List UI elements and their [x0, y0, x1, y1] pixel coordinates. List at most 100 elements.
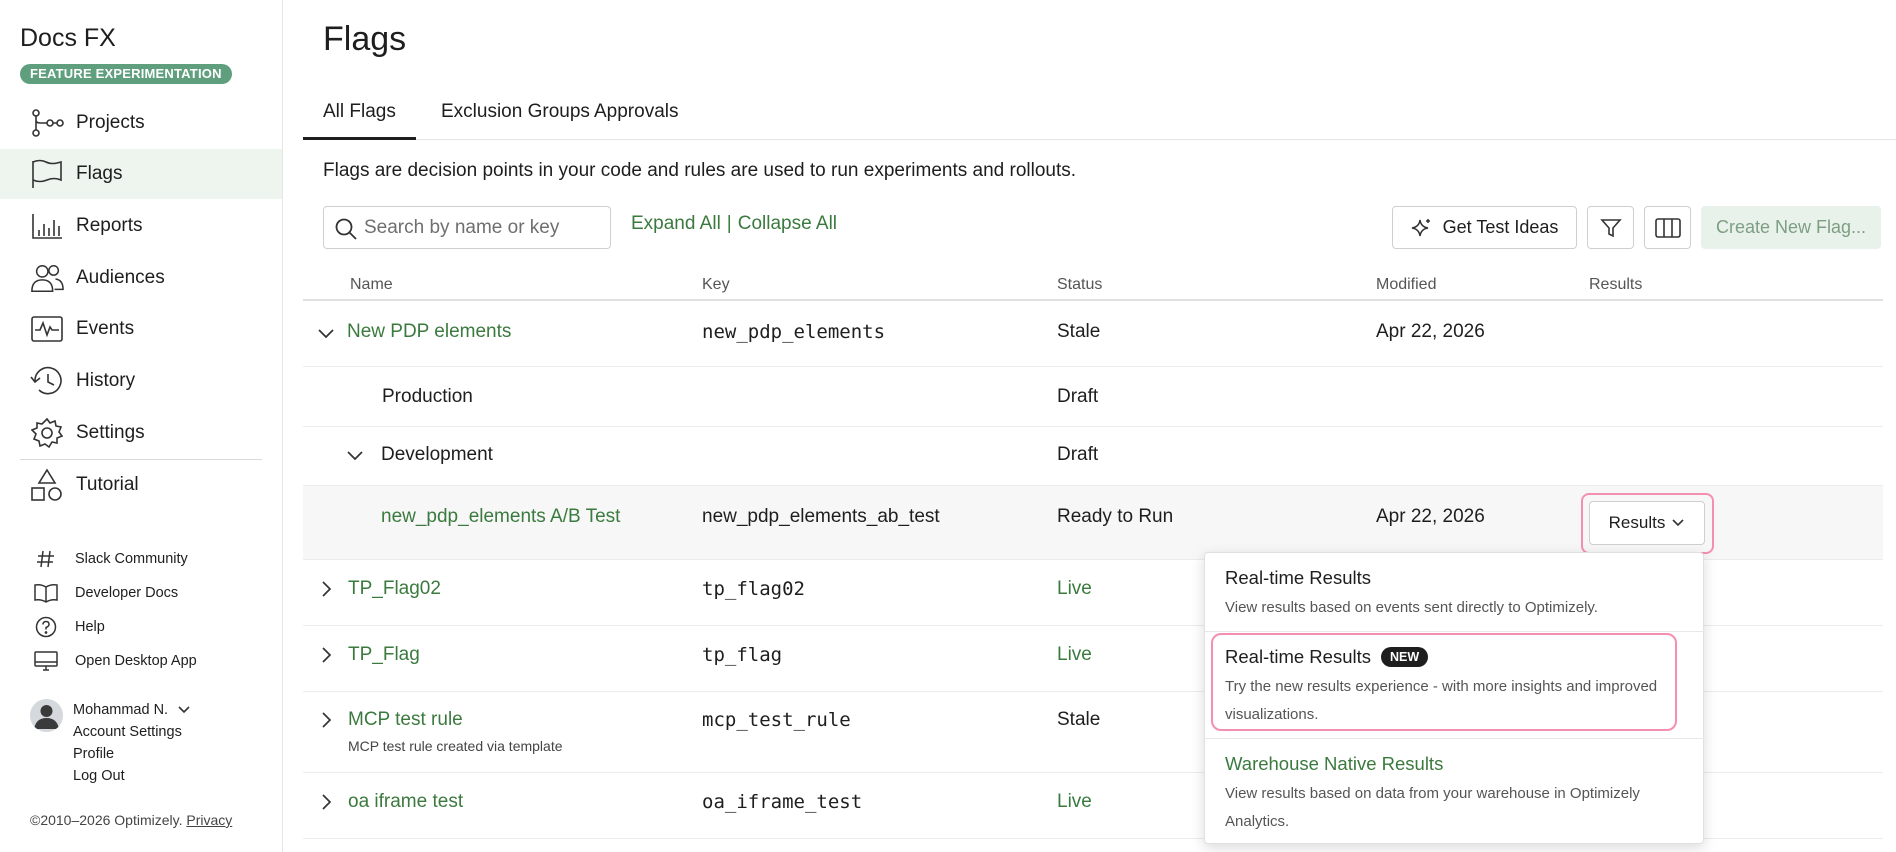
flag-status: Live: [1057, 791, 1092, 812]
link-open-desktop-app[interactable]: Open Desktop App: [34, 649, 197, 673]
link-slack-community[interactable]: Slack Community: [34, 547, 188, 571]
results-dropdown-button[interactable]: Results: [1589, 501, 1705, 545]
page-description: Flags are decision points in your code a…: [323, 160, 1077, 181]
rule-name-link[interactable]: new_pdp_elements A/B Test: [381, 506, 620, 528]
flag-key: tp_flag02: [702, 578, 805, 600]
flag-name-link[interactable]: TP_Flag02: [348, 578, 441, 600]
tab-bar: All Flags Exclusion Groups Approvals: [303, 96, 1896, 140]
profile-link[interactable]: Profile: [73, 746, 114, 762]
create-new-flag-button[interactable]: Create New Flag...: [1701, 206, 1881, 249]
nav-label: Tutorial: [76, 474, 139, 495]
desktop-icon: [34, 649, 58, 673]
nav-label: Projects: [76, 112, 145, 133]
flag-name-link[interactable]: New PDP elements: [347, 321, 511, 343]
flag-modified: Apr 22, 2026: [1376, 321, 1485, 342]
link-separator: |: [726, 213, 732, 234]
flag-key: new_pdp_elements: [702, 321, 886, 343]
nav-label: Audiences: [76, 267, 165, 288]
menu-item-realtime-results[interactable]: Real-time Results View results based on …: [1205, 553, 1705, 631]
flag-key: oa_iframe_test: [702, 791, 863, 813]
chevron-down-icon[interactable]: [316, 324, 336, 349]
menu-item-description: Try the new results experience - with mo…: [1225, 678, 1658, 723]
chevron-right-icon[interactable]: [316, 710, 336, 735]
link-help[interactable]: Help: [34, 615, 105, 639]
get-test-ideas-label: Get Test Ideas: [1442, 217, 1559, 237]
columns-button[interactable]: [1644, 206, 1691, 249]
privacy-link[interactable]: Privacy: [186, 812, 232, 828]
table-row[interactable]: Development Draft: [303, 427, 1883, 486]
flag-name-link[interactable]: TP_Flag: [348, 644, 420, 666]
flag-status: Live: [1057, 644, 1092, 665]
filter-icon: [1599, 217, 1622, 239]
logout-link[interactable]: Log Out: [73, 768, 125, 784]
link-label: Open Desktop App: [75, 653, 197, 669]
page-title: Flags: [323, 20, 407, 58]
menu-item-realtime-results-new[interactable]: Real-time Results NEW Try the new results…: [1205, 632, 1705, 735]
nav-label: Flags: [76, 163, 123, 184]
menu-item-title: Real-time Results: [1225, 567, 1371, 588]
avatar[interactable]: [30, 699, 63, 732]
expand-collapse-links: Expand All | Collapse All: [631, 213, 837, 235]
rule-status: Ready to Run: [1057, 506, 1174, 527]
book-icon: [34, 581, 58, 605]
menu-item-title: Warehouse Native Results: [1225, 753, 1444, 774]
column-header-key[interactable]: Key: [702, 276, 730, 294]
nav-projects[interactable]: Projects: [0, 98, 282, 148]
link-developer-docs[interactable]: Developer Docs: [34, 581, 178, 605]
app-title: Docs FX: [20, 24, 116, 52]
flag-key: mcp_test_rule: [702, 709, 851, 731]
get-test-ideas-button[interactable]: Get Test Ideas: [1392, 206, 1577, 249]
search-icon: [334, 217, 358, 246]
results-button-label: Results: [1608, 513, 1666, 532]
chevron-right-icon[interactable]: [316, 645, 336, 670]
new-badge: NEW: [1381, 647, 1429, 667]
sparkle-icon: [1411, 217, 1433, 239]
menu-item-title: Real-time Results NEW: [1225, 646, 1429, 668]
flag-icon: [30, 157, 64, 191]
nav-flags[interactable]: Flags: [0, 149, 282, 199]
rule-modified: Apr 22, 2026: [1376, 506, 1485, 527]
chevron-right-icon[interactable]: [316, 792, 336, 817]
chevron-down-icon[interactable]: [345, 446, 365, 471]
table-row[interactable]: Production Draft: [303, 367, 1883, 427]
menu-item-description: View results based on data from your war…: [1225, 785, 1640, 830]
flag-name-link[interactable]: MCP test rule: [348, 709, 463, 731]
flag-name-link[interactable]: oa iframe test: [348, 791, 463, 813]
column-header-status[interactable]: Status: [1057, 276, 1102, 294]
nav-tutorial[interactable]: Tutorial: [0, 460, 282, 510]
column-header-name[interactable]: Name: [350, 276, 393, 294]
filter-button[interactable]: [1587, 206, 1634, 249]
events-icon: [30, 312, 64, 346]
flag-status: Stale: [1057, 321, 1101, 342]
chevron-down-icon[interactable]: [176, 702, 192, 723]
nav-events[interactable]: Events: [0, 304, 282, 354]
table-row[interactable]: New PDP elements new_pdp_elements Stale …: [303, 301, 1883, 367]
history-icon: [30, 364, 64, 398]
search-box[interactable]: [323, 206, 611, 249]
menu-item-description: View results based on events sent direct…: [1225, 599, 1598, 616]
app-badge: FEATURE EXPERIMENTATION: [20, 64, 232, 84]
nav-history[interactable]: History: [0, 356, 282, 406]
nav-label: History: [76, 370, 136, 391]
nav-label: Events: [76, 318, 135, 339]
tab-all-flags[interactable]: All Flags: [303, 96, 416, 140]
projects-icon: [30, 106, 64, 140]
chevron-right-icon[interactable]: [316, 579, 336, 604]
user-name[interactable]: Mohammad N.: [73, 702, 168, 718]
collapse-all-link[interactable]: Collapse All: [738, 213, 837, 234]
environment-name: Production: [382, 386, 473, 407]
column-header-modified[interactable]: Modified: [1376, 276, 1436, 294]
nav-audiences[interactable]: Audiences: [0, 253, 282, 303]
expand-all-link[interactable]: Expand All: [631, 213, 721, 234]
search-input[interactable]: [364, 215, 604, 241]
column-header-results[interactable]: Results: [1589, 276, 1642, 294]
nav-reports[interactable]: Reports: [0, 201, 282, 251]
tab-approvals[interactable]: Approvals: [574, 96, 699, 140]
link-label: Developer Docs: [75, 585, 179, 601]
menu-item-warehouse-native-results[interactable]: Warehouse Native Results View results ba…: [1205, 739, 1705, 844]
menu-item-title-text: Real-time Results: [1225, 646, 1371, 667]
gear-icon: [30, 416, 64, 450]
flag-status: Live: [1057, 578, 1092, 599]
nav-settings[interactable]: Settings: [0, 408, 282, 458]
account-settings-link[interactable]: Account Settings: [73, 724, 182, 740]
